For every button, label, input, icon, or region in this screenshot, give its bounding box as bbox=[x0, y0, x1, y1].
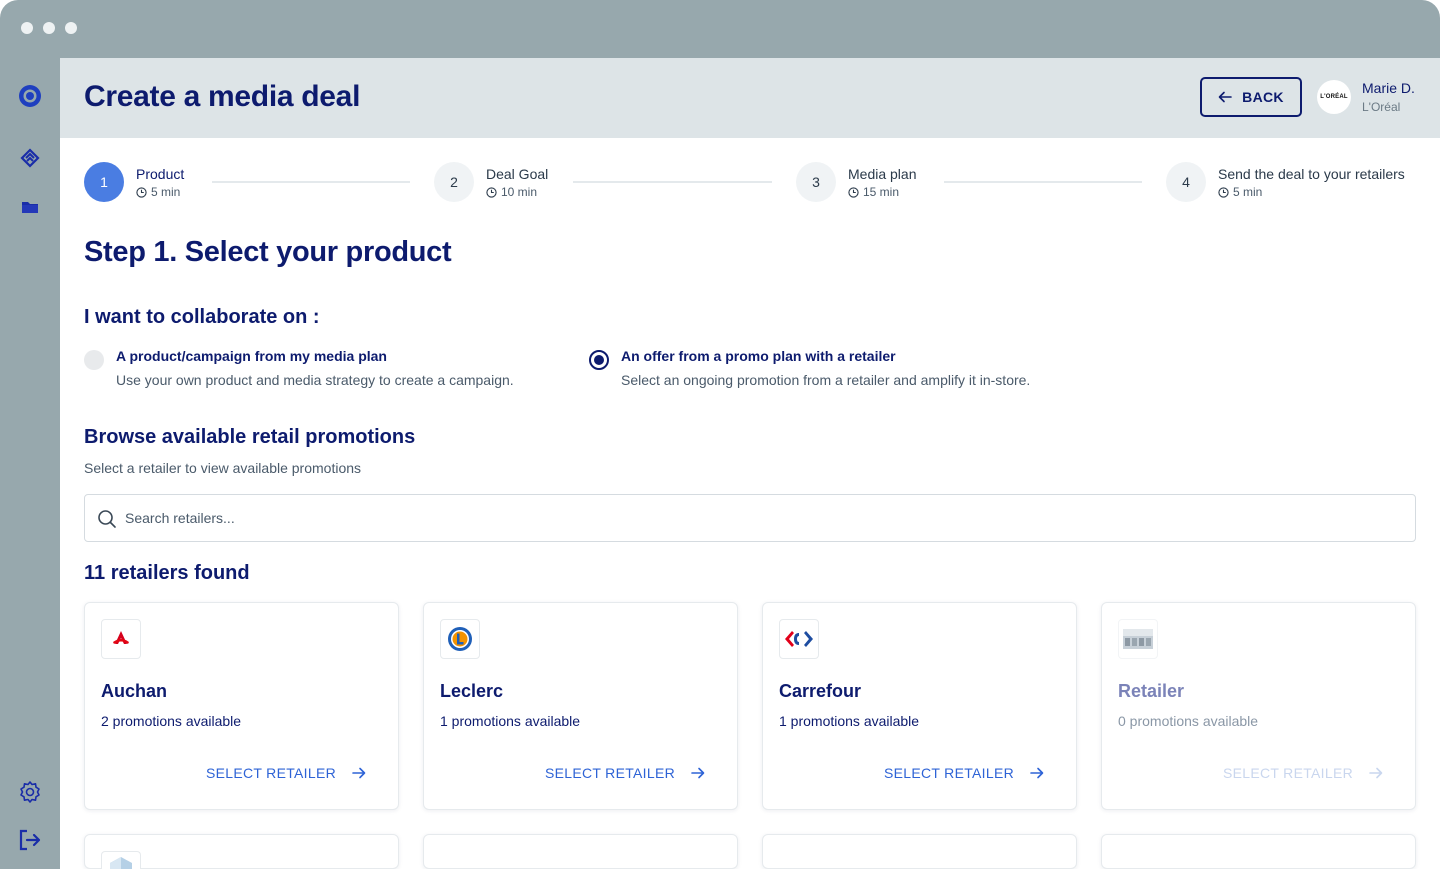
retailer-name: Retailer bbox=[1118, 681, 1185, 701]
retailer-promotions-count: 2 promotions available bbox=[101, 713, 242, 729]
retailer-name: Carrefour bbox=[779, 681, 862, 701]
option-title[interactable]: A product/campaign from my media plan bbox=[116, 348, 387, 364]
step-label: Media plan bbox=[848, 166, 917, 182]
select-retailer-label: SELECT RETAILER bbox=[1222, 765, 1353, 781]
page-title: Create a media deal bbox=[84, 80, 361, 113]
step-time-text: 5 min bbox=[1233, 185, 1263, 199]
step-label: Send the deal to your retailers bbox=[1218, 166, 1405, 182]
arrow-right-icon bbox=[1369, 767, 1383, 779]
step-connector bbox=[573, 181, 772, 183]
retailer-logo-icon bbox=[101, 851, 141, 869]
select-retailer-button[interactable]: SELECT RETAILER bbox=[1223, 765, 1383, 781]
radio-retailer-promo[interactable] bbox=[589, 350, 609, 370]
step-label: Product bbox=[136, 166, 185, 182]
step-time-text: 10 min bbox=[501, 185, 538, 199]
option-title[interactable]: An offer from a promo plan with a retail… bbox=[621, 348, 896, 364]
select-retailer-button[interactable]: SELECT RETAILER bbox=[206, 765, 366, 781]
progress-stepper: 1 Product 5 min 2 Deal Goal 10 min 3 Med… bbox=[84, 162, 1416, 202]
settings-gear-icon[interactable] bbox=[16, 778, 44, 806]
folder-icon[interactable] bbox=[16, 193, 44, 221]
clock-icon bbox=[1218, 186, 1229, 198]
avatar-logo-text: L'ORÉAL bbox=[1320, 94, 1348, 100]
logout-icon[interactable] bbox=[16, 826, 44, 854]
arrow-left-icon bbox=[1218, 91, 1232, 103]
option-description: Use your own product and media strategy … bbox=[116, 372, 514, 388]
arrow-right-icon bbox=[1030, 767, 1044, 779]
step-number: 4 bbox=[1166, 162, 1206, 202]
collaboration-heading: I want to collaborate on : bbox=[84, 306, 320, 328]
sidebar bbox=[0, 58, 60, 869]
user-organization: L'Oréal bbox=[1362, 100, 1401, 114]
select-retailer-label: SELECT RETAILER bbox=[883, 765, 1014, 781]
search-input[interactable] bbox=[125, 496, 1405, 540]
step-duration: 15 min bbox=[848, 185, 899, 199]
app-logo-icon[interactable] bbox=[16, 82, 44, 110]
retailer-card-generic: Retailer 0 promotions available SELECT R… bbox=[1101, 602, 1416, 810]
clock-icon bbox=[848, 186, 859, 198]
auchan-logo-icon bbox=[101, 619, 141, 659]
app-window: Create a media deal BACK L'ORÉAL Marie D… bbox=[0, 0, 1440, 869]
retailer-card-leclerc: Leclerc 1 promotions available SELECT RE… bbox=[423, 602, 738, 810]
step-time-text: 5 min bbox=[151, 185, 181, 199]
clock-icon bbox=[136, 186, 147, 198]
select-retailer-button[interactable]: SELECT RETAILER bbox=[884, 765, 1044, 781]
user-name: Marie D. bbox=[1362, 80, 1415, 96]
retailer-card bbox=[1101, 834, 1416, 869]
search-icon bbox=[98, 510, 116, 528]
retailer-card-auchan: Auchan 2 promotions available SELECT RET… bbox=[84, 602, 399, 810]
step-connector bbox=[212, 181, 410, 183]
browse-subtitle: Select a retailer to view available prom… bbox=[84, 460, 362, 476]
step-number: 2 bbox=[434, 162, 474, 202]
radio-media-plan[interactable] bbox=[84, 350, 104, 370]
window-zoom-dot[interactable] bbox=[65, 22, 77, 34]
store-photo-icon bbox=[1118, 619, 1158, 659]
select-retailer-label: SELECT RETAILER bbox=[205, 765, 336, 781]
window-close-dot[interactable] bbox=[21, 22, 33, 34]
step-number: 3 bbox=[796, 162, 836, 202]
retailer-card bbox=[423, 834, 738, 869]
clock-icon bbox=[486, 186, 497, 198]
retailer-promotions-count: 1 promotions available bbox=[779, 713, 920, 729]
step-connector bbox=[944, 181, 1142, 183]
arrow-right-icon bbox=[691, 767, 705, 779]
retailer-card bbox=[84, 834, 399, 869]
step-deal-goal[interactable]: 2 Deal Goal 10 min bbox=[434, 162, 574, 202]
back-button-label: BACK bbox=[1242, 89, 1284, 105]
step-label: Deal Goal bbox=[486, 166, 549, 182]
option-description: Select an ongoing promotion from a retai… bbox=[621, 372, 1031, 388]
carrefour-logo-icon bbox=[779, 619, 819, 659]
back-button[interactable]: BACK bbox=[1200, 77, 1302, 117]
step-time-text: 15 min bbox=[863, 185, 900, 199]
step-product[interactable]: 1 Product 5 min bbox=[84, 162, 224, 202]
step-heading: Step 1. Select your product bbox=[84, 236, 452, 268]
window-minimize-dot[interactable] bbox=[43, 22, 55, 34]
retailer-card bbox=[762, 834, 1077, 869]
arrow-right-icon bbox=[352, 767, 366, 779]
select-retailer-label: SELECT RETAILER bbox=[544, 765, 675, 781]
step-duration: 10 min bbox=[486, 185, 537, 199]
results-count-heading: 11 retailers found bbox=[84, 562, 250, 584]
step-duration: 5 min bbox=[1218, 185, 1262, 199]
step-send-deal[interactable]: 4 Send the deal to your retailers 5 min bbox=[1166, 162, 1416, 202]
deals-icon[interactable] bbox=[16, 144, 44, 172]
retailer-name: Leclerc bbox=[440, 681, 504, 701]
select-retailer-button[interactable]: SELECT RETAILER bbox=[545, 765, 705, 781]
step-duration: 5 min bbox=[136, 185, 180, 199]
retailer-search bbox=[84, 494, 1416, 542]
retailer-name: Auchan bbox=[101, 681, 168, 701]
leclerc-logo-icon bbox=[440, 619, 480, 659]
page-header: Create a media deal BACK L'ORÉAL Marie D… bbox=[60, 58, 1440, 138]
step-media-plan[interactable]: 3 Media plan 15 min bbox=[796, 162, 936, 202]
browse-heading: Browse available retail promotions bbox=[84, 426, 416, 448]
step-number: 1 bbox=[84, 162, 124, 202]
retailer-promotions-count: 0 promotions available bbox=[1118, 713, 1259, 729]
user-avatar[interactable]: L'ORÉAL bbox=[1317, 80, 1351, 114]
retailer-card-carrefour: Carrefour 1 promotions available SELECT … bbox=[762, 602, 1077, 810]
retailer-promotions-count: 1 promotions available bbox=[440, 713, 581, 729]
window-title-bar bbox=[0, 0, 1440, 58]
